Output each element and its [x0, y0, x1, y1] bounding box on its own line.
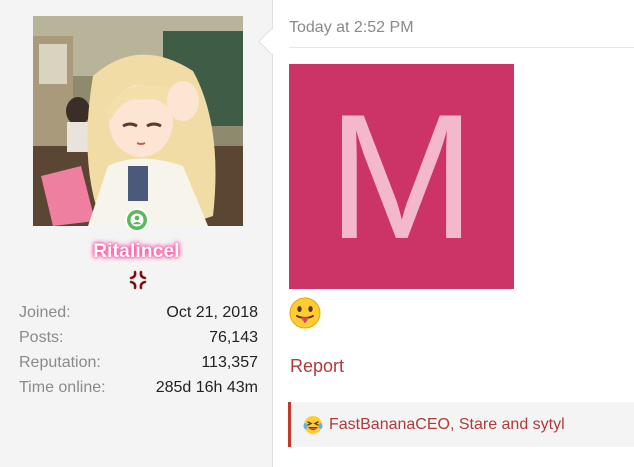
username[interactable]: RitaIincel	[0, 241, 273, 263]
laughing-crying-emoji-icon	[303, 415, 323, 434]
header-divider	[289, 47, 634, 48]
stat-label: Posts:	[19, 329, 64, 346]
stat-time-online: Time online: 285d 16h 43m	[19, 375, 258, 400]
stat-label: Joined:	[19, 304, 71, 321]
reactions-bar[interactable]: FastBananaCEO, Stare and sytyl	[288, 402, 634, 447]
stat-label: Reputation:	[19, 354, 101, 371]
post-content: Today at 2:52 PM M Report FastBananaCEO,…	[273, 0, 634, 467]
user-panel: RitaIincel Joined: Oct 21, 2018 Posts: 7…	[0, 0, 273, 467]
forum-post: RitaIincel Joined: Oct 21, 2018 Posts: 7…	[0, 0, 634, 467]
anime-girl-avatar-icon	[33, 16, 243, 226]
stat-value: 285d 16h 43m	[155, 379, 258, 396]
user-stats: Joined: Oct 21, 2018 Posts: 76,143 Reput…	[19, 300, 258, 400]
post-timestamp[interactable]: Today at 2:52 PM	[289, 19, 414, 37]
reactions-users[interactable]: FastBananaCEO, Stare and sytyl	[329, 416, 565, 434]
user-avatar[interactable]	[33, 16, 243, 226]
stat-value: 76,143	[209, 329, 258, 346]
stat-reputation: Reputation: 113,357	[19, 350, 258, 375]
tongue-out-emoji-icon	[289, 297, 321, 329]
stat-label: Time online:	[19, 379, 106, 396]
stat-posts: Posts: 76,143	[19, 325, 258, 350]
anger-symbol-icon	[129, 270, 147, 290]
post-image[interactable]: M	[289, 64, 514, 289]
stat-value: 113,357	[201, 354, 258, 371]
user-online-icon	[127, 210, 147, 230]
stat-joined: Joined: Oct 21, 2018	[19, 300, 258, 325]
stat-value: Oct 21, 2018	[166, 304, 258, 321]
online-status-badge	[125, 208, 149, 232]
report-link[interactable]: Report	[290, 356, 344, 377]
image-letter: M	[327, 76, 476, 276]
